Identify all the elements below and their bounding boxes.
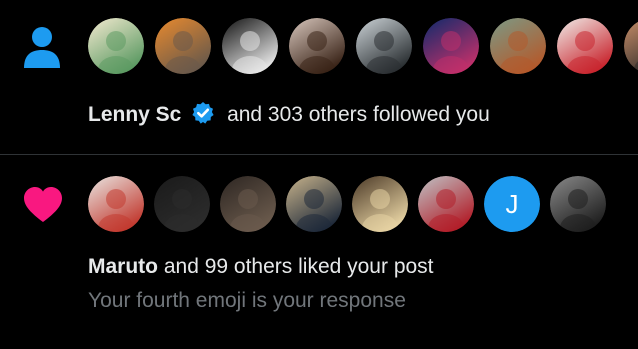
post-preview-text: Your fourth emoji is your response xyxy=(88,289,406,312)
avatar-cartoon-dragon[interactable] xyxy=(88,18,144,74)
avatar-red-cap-girl[interactable] xyxy=(557,18,613,74)
follow-action-text: and 303 others followed you xyxy=(227,103,490,126)
avatar-anime-character[interactable] xyxy=(88,176,144,232)
follower-name-link[interactable]: Lenny Sc xyxy=(88,103,181,126)
avatar-smiling-man[interactable] xyxy=(352,176,408,232)
liker-avatar-row: J xyxy=(88,176,638,236)
avatar-doodle-sheep[interactable] xyxy=(222,18,278,74)
verified-badge-icon xyxy=(192,102,214,124)
avatar-letter-j[interactable]: J xyxy=(484,176,540,232)
avatar-bw-photo[interactable] xyxy=(550,176,606,232)
avatar-woman-portrait[interactable] xyxy=(289,18,345,74)
liker-name-link[interactable]: Maruto xyxy=(88,255,158,278)
follow-notification[interactable]: Lenny Sc and 303 others followed you xyxy=(0,0,638,155)
like-action-text: and 99 others liked your post xyxy=(163,255,434,278)
avatar-football-player[interactable] xyxy=(418,176,474,232)
avatar-person-standing[interactable] xyxy=(356,18,412,74)
avatar-ape-nft[interactable] xyxy=(155,18,211,74)
heart-icon xyxy=(24,187,62,222)
follower-avatar-row xyxy=(88,18,638,78)
like-notification-text: Maruto and 99 others liked your post xyxy=(88,254,434,280)
avatar-initial-label: J xyxy=(505,188,519,219)
avatar-man-in-suit[interactable] xyxy=(286,176,342,232)
avatar-ape-green[interactable] xyxy=(490,18,546,74)
notification-divider xyxy=(0,154,638,155)
avatar-dark-photo[interactable] xyxy=(220,176,276,232)
avatar-blue-figure[interactable] xyxy=(423,18,479,74)
follow-notification-text: Lenny Sc and 303 others followed you xyxy=(88,101,490,128)
avatar-dark-hooded[interactable] xyxy=(154,176,210,232)
avatar-partial[interactable] xyxy=(624,18,638,74)
like-notification[interactable]: J Maruto and 99 others liked your post Y… xyxy=(0,156,638,349)
person-icon xyxy=(24,27,60,68)
